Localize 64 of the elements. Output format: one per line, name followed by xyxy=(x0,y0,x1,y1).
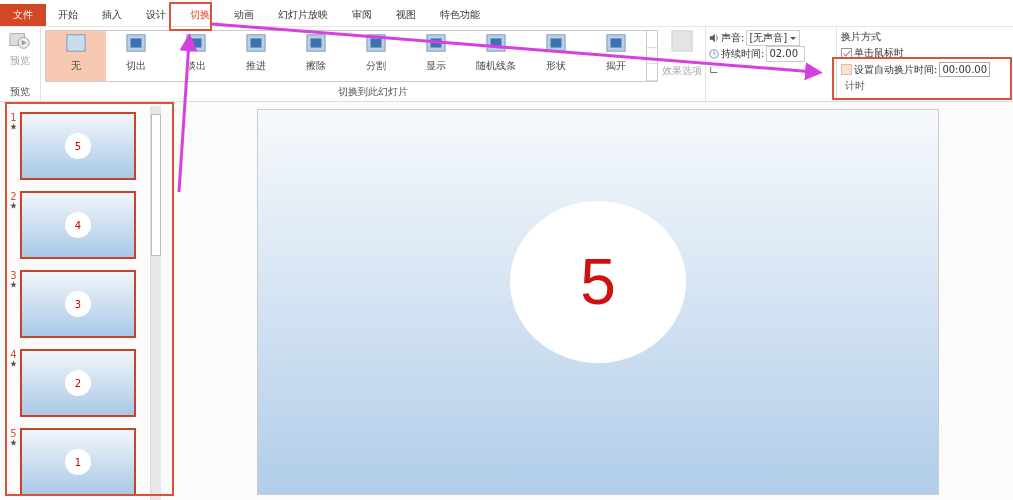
ribbon-tab[interactable]: 审阅 xyxy=(340,4,384,26)
transition-option[interactable]: 无 xyxy=(46,31,106,81)
star-icon xyxy=(10,281,17,288)
ribbon-tab[interactable]: 幻灯片放映 xyxy=(266,4,340,26)
slide-transition-icon xyxy=(65,33,87,53)
checkbox[interactable] xyxy=(841,64,852,75)
slide-thumbnail[interactable]: 5 xyxy=(20,112,136,180)
highlight-frame xyxy=(169,2,212,31)
slide-transition-icon xyxy=(305,33,327,53)
transition-option[interactable]: 推进 xyxy=(226,31,286,81)
sound-dropdown[interactable]: [无声音] xyxy=(746,29,801,46)
slide-thumbnail[interactable]: 4 xyxy=(20,191,136,259)
file-tab[interactable]: 文件 xyxy=(0,4,46,26)
scrollbar[interactable] xyxy=(150,106,161,500)
slide-transition-icon xyxy=(125,33,147,53)
slide-number: 1 xyxy=(10,112,17,123)
ribbon-tab[interactable]: 特色功能 xyxy=(428,4,492,26)
slide-thumbnail[interactable]: 1 xyxy=(20,428,136,496)
auto-advance-time-spinner[interactable]: 00:00.00 xyxy=(939,62,991,77)
group-label: 计时 xyxy=(844,79,866,93)
slide-transition-icon xyxy=(245,33,267,53)
ribbon-tab[interactable]: 插入 xyxy=(90,4,134,26)
slide-transition-icon xyxy=(605,33,627,53)
slide-number: 3 xyxy=(10,270,17,281)
checkbox[interactable] xyxy=(841,47,852,59)
transition-option[interactable]: 随机线条 xyxy=(466,31,526,81)
ribbon-tab[interactable]: 开始 xyxy=(46,4,90,26)
slide-circle: 4 xyxy=(65,212,91,238)
slide-thumbnail[interactable]: 3 xyxy=(20,270,136,338)
slide-number: 4 xyxy=(10,349,17,360)
slide-circle: 3 xyxy=(65,291,91,317)
slide-circle: 1 xyxy=(65,449,91,475)
star-icon xyxy=(10,439,17,446)
slide-number: 5 xyxy=(10,428,17,439)
star-icon xyxy=(10,360,17,367)
star-icon xyxy=(10,123,17,130)
ribbon-tab[interactable]: 动画 xyxy=(222,4,266,26)
slide-number: 2 xyxy=(10,191,17,202)
duration-spinner[interactable]: 02.00 xyxy=(766,45,805,62)
transition-option[interactable]: 分割 xyxy=(346,31,406,81)
slide-circle: 5 xyxy=(510,201,686,363)
clock-icon xyxy=(709,48,719,59)
slide-circle: 5 xyxy=(65,133,91,159)
transition-option[interactable]: 形状 xyxy=(526,31,586,81)
transition-option[interactable]: 揭开 xyxy=(586,31,646,81)
slide-circle: 2 xyxy=(65,370,91,396)
transition-option[interactable]: 显示 xyxy=(406,31,466,81)
preview-icon xyxy=(9,31,31,51)
advance-title: 换片方式 xyxy=(841,30,882,44)
auto-advance-label: 设置自动换片时间: xyxy=(854,62,938,77)
transition-option[interactable]: 切出 xyxy=(106,31,166,81)
slide-thumbnail[interactable]: 2 xyxy=(20,349,136,417)
gallery-scrollbar[interactable] xyxy=(647,30,658,82)
ribbon-tab[interactable]: 设计 xyxy=(134,4,178,26)
duration-label: 持续时间: xyxy=(721,46,765,61)
star-icon xyxy=(10,202,17,209)
group-label: 预览 xyxy=(9,85,31,99)
on-click-label: 单击鼠标时 xyxy=(854,46,904,60)
transition-option[interactable]: 擦除 xyxy=(286,31,346,81)
ribbon-tab[interactable]: 视图 xyxy=(384,4,428,26)
sound-label: 声音: xyxy=(721,30,745,45)
effect-options-icon xyxy=(671,30,694,52)
speaker-icon xyxy=(709,32,719,43)
group-label: 切换到此幻灯片 xyxy=(337,85,409,99)
